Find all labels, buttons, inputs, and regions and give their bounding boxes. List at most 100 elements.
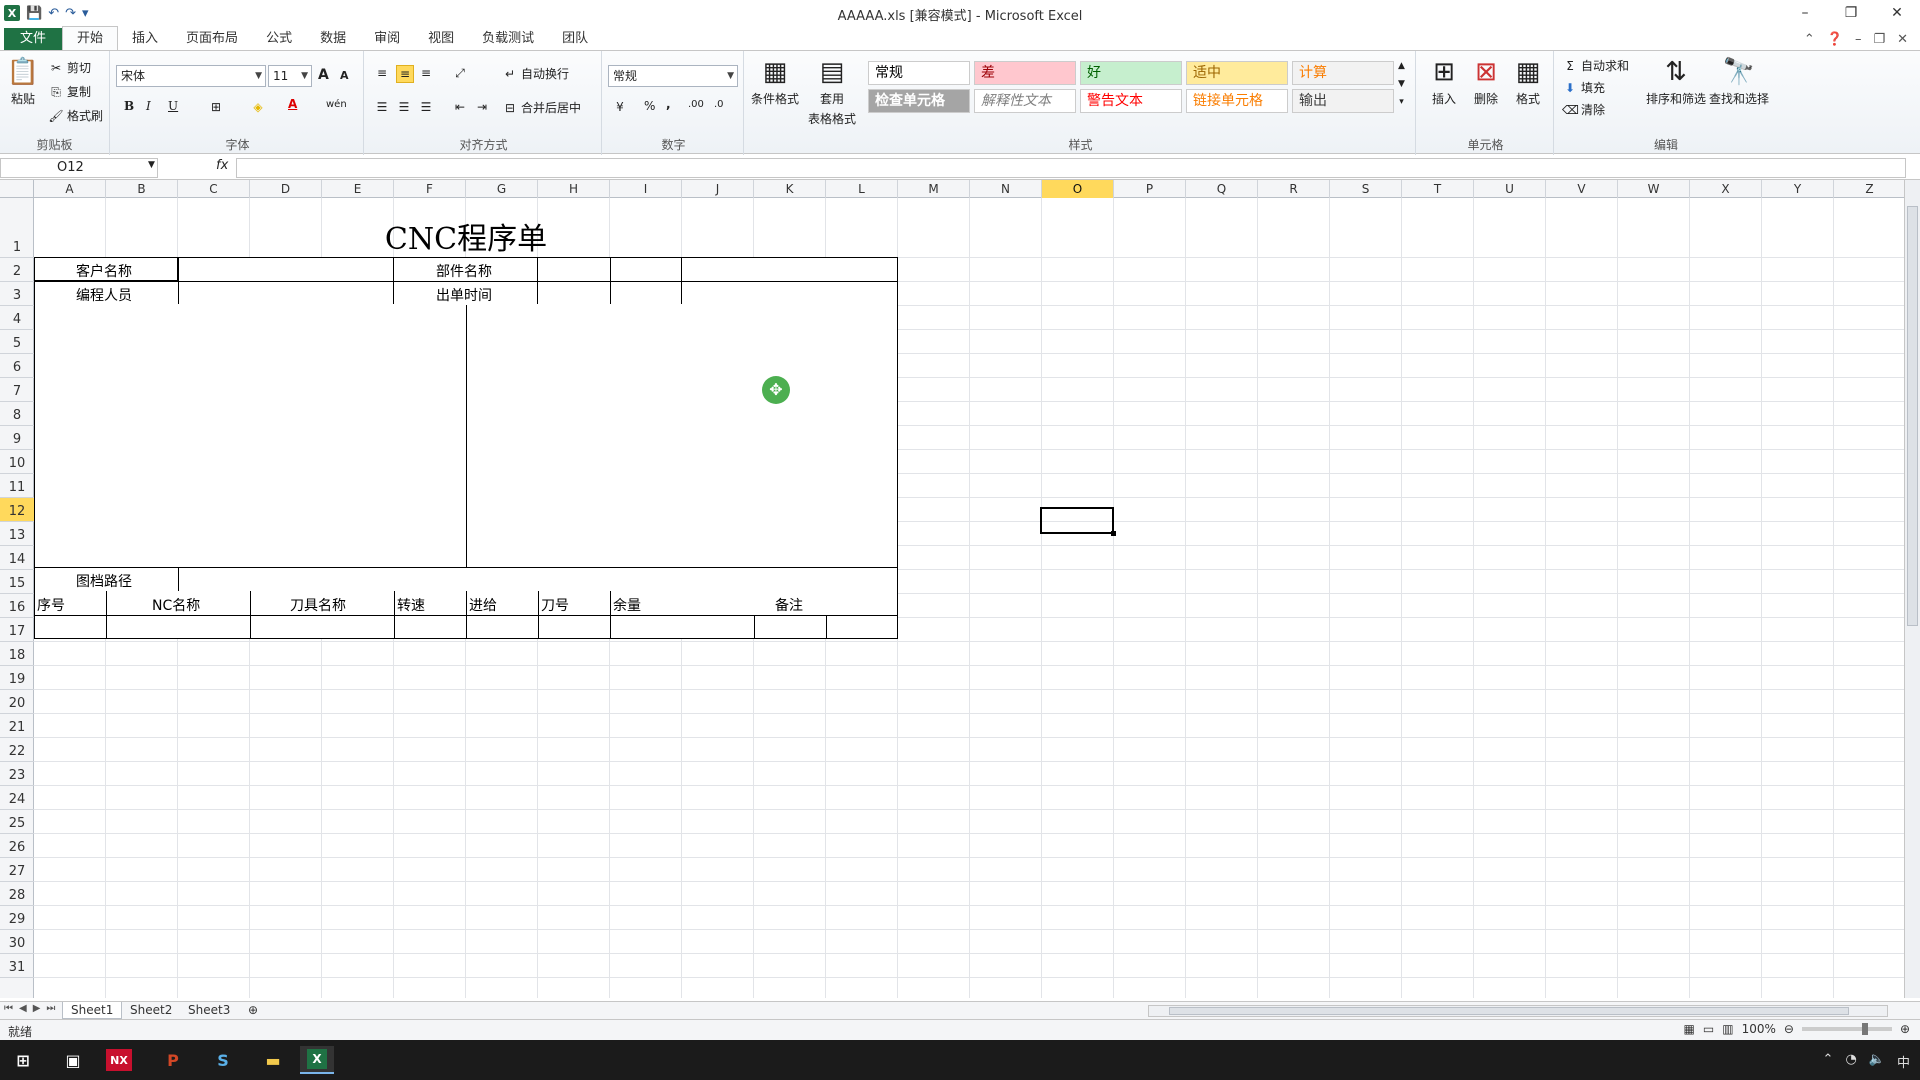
name-box[interactable]: O12 (0, 158, 158, 178)
row-header-11[interactable]: 11 (0, 474, 34, 498)
row-header-15[interactable]: 15 (0, 570, 34, 594)
first-sheet-icon[interactable]: ⏮ (4, 1003, 13, 1014)
app-icon-1[interactable]: ▣ (56, 1046, 90, 1074)
insert-function-button[interactable]: fx (216, 158, 228, 173)
name-box-dropdown-icon[interactable]: ▼ (148, 160, 155, 170)
network-icon[interactable]: ◔ (1845, 1052, 1856, 1071)
row-header-13[interactable]: 13 (0, 522, 34, 546)
row-header-31[interactable]: 31 (0, 954, 34, 978)
orientation-button[interactable]: ⤢ (452, 65, 468, 81)
row-header-29[interactable]: 29 (0, 906, 34, 930)
doc-close-icon[interactable]: ✕ (1897, 32, 1908, 47)
row-header-12[interactable]: 12 (0, 498, 34, 522)
row-header-17[interactable]: 17 (0, 618, 34, 642)
row-header-23[interactable]: 23 (0, 762, 34, 786)
align-right-button[interactable]: ☰ (418, 99, 434, 115)
column-header-f[interactable]: F (394, 180, 466, 198)
worksheet[interactable]: ABCDEFGHIJKLMNOPQRSTUVWXYZ 1 2 3 4 5 6 7 8 9 10 11… (0, 180, 1904, 998)
column-header-z[interactable]: Z (1834, 180, 1904, 198)
tab-data[interactable]: 数据 (306, 28, 360, 50)
row-header-4[interactable]: 4 (0, 306, 34, 330)
column-header-e[interactable]: E (322, 180, 394, 198)
minimize-button[interactable]: – (1782, 0, 1828, 26)
column-header-s[interactable]: S (1330, 180, 1402, 198)
style-calculation[interactable]: 计算 (1292, 61, 1394, 85)
horizontal-scrollbar[interactable] (1148, 1005, 1888, 1017)
merge-center-button[interactable]: ⊟ 合并后居中 (502, 99, 581, 116)
style-output[interactable]: 输出 (1292, 89, 1394, 113)
customize-qat-icon[interactable]: ▾ (82, 6, 89, 21)
fill-button[interactable]: ⬇ 填充 (1562, 79, 1605, 96)
row-header-3[interactable]: 3 (0, 282, 34, 306)
column-header-c[interactable]: C (178, 180, 250, 198)
find-select-button[interactable]: 🔭 查找和选择 (1708, 57, 1770, 107)
save-icon[interactable]: 💾 (26, 6, 42, 21)
row-header-6[interactable]: 6 (0, 354, 34, 378)
column-header-w[interactable]: W (1618, 180, 1690, 198)
row-header-30[interactable]: 30 (0, 930, 34, 954)
column-header-g[interactable]: G (466, 180, 538, 198)
windows-start-icon[interactable]: ⊞ (6, 1046, 40, 1074)
wrap-text-button[interactable]: ↵ 自动换行 (502, 65, 569, 82)
style-good[interactable]: 好 (1080, 61, 1182, 85)
row-header-25[interactable]: 25 (0, 810, 34, 834)
row-header-27[interactable]: 27 (0, 858, 34, 882)
column-header-o[interactable]: O (1042, 180, 1114, 198)
italic-button[interactable]: I (146, 99, 151, 113)
column-header-n[interactable]: N (970, 180, 1042, 198)
format-as-table-button[interactable]: ▤ 套用 表格格式 (804, 57, 860, 127)
clear-button[interactable]: ⌫ 清除 (1562, 101, 1605, 118)
column-header-x[interactable]: X (1690, 180, 1762, 198)
active-cell-o12[interactable] (1040, 507, 1116, 536)
increase-decimal-button[interactable]: .00 (688, 99, 704, 110)
row-header-7[interactable]: 7 (0, 378, 34, 402)
insert-cells-button[interactable]: ⊞ 插入 (1426, 57, 1462, 107)
style-normal[interactable]: 常规 (868, 61, 970, 85)
row-header-22[interactable]: 22 (0, 738, 34, 762)
tab-load-test[interactable]: 负载测试 (468, 28, 548, 50)
sheet-tab-sheet1[interactable]: Sheet1 (62, 1002, 123, 1019)
row-header-9[interactable]: 9 (0, 426, 34, 450)
align-top-button[interactable]: ≡ (374, 65, 390, 81)
close-button[interactable]: ✕ (1874, 0, 1920, 26)
shrink-font-button[interactable]: A (340, 69, 349, 82)
last-sheet-icon[interactable]: ⏭ (46, 1003, 55, 1014)
tray-expand-icon[interactable]: ⌃ (1823, 1052, 1834, 1071)
column-header-b[interactable]: B (106, 180, 178, 198)
tab-page-layout[interactable]: 页面布局 (172, 28, 252, 50)
style-neutral[interactable]: 适中 (1186, 61, 1288, 85)
row-header-26[interactable]: 26 (0, 834, 34, 858)
formula-input[interactable] (236, 158, 1906, 178)
tab-view[interactable]: 视图 (414, 28, 468, 50)
page-layout-view-icon[interactable]: ▭ (1703, 1022, 1714, 1036)
vertical-scroll-thumb[interactable] (1907, 206, 1918, 626)
help-icon[interactable]: ❓ (1827, 32, 1843, 47)
tab-review[interactable]: 审阅 (360, 28, 414, 50)
style-warning[interactable]: 警告文本 (1080, 89, 1182, 113)
fill-color-button[interactable]: ◈ (250, 99, 266, 115)
align-bottom-button[interactable]: ≡ (418, 65, 434, 81)
style-bad[interactable]: 差 (974, 61, 1076, 85)
accounting-button[interactable]: ¥ (612, 99, 628, 115)
volume-icon[interactable]: 🔈 (1869, 1052, 1885, 1071)
format-cells-button[interactable]: ▦ 格式 (1510, 57, 1546, 107)
nx-app-icon[interactable]: NX (106, 1049, 132, 1071)
sort-filter-button[interactable]: ⇅ 排序和筛选 (1646, 57, 1706, 107)
input-language[interactable]: 中 (1897, 1052, 1910, 1071)
bold-button[interactable]: B (124, 99, 134, 113)
underline-button[interactable]: U (168, 99, 178, 113)
column-header-k[interactable]: K (754, 180, 826, 198)
tab-home[interactable]: 开始 (62, 26, 119, 50)
normal-view-icon[interactable]: ▦ (1684, 1022, 1695, 1036)
redo-icon[interactable]: ↷ (65, 6, 76, 21)
grow-font-button[interactable]: A (318, 67, 329, 83)
decrease-decimal-button[interactable]: .0 (714, 99, 724, 110)
borders-button[interactable]: ⊞ (208, 99, 224, 115)
autosum-button[interactable]: Σ 自动求和 (1562, 57, 1629, 74)
row-header-20[interactable]: 20 (0, 690, 34, 714)
style-explanatory[interactable]: 解释性文本 (974, 89, 1076, 113)
zoom-in-icon[interactable]: ⊕ (1900, 1022, 1910, 1036)
row-header-21[interactable]: 21 (0, 714, 34, 738)
row-header-8[interactable]: 8 (0, 402, 34, 426)
file-explorer-icon[interactable]: ▬ (256, 1046, 290, 1074)
